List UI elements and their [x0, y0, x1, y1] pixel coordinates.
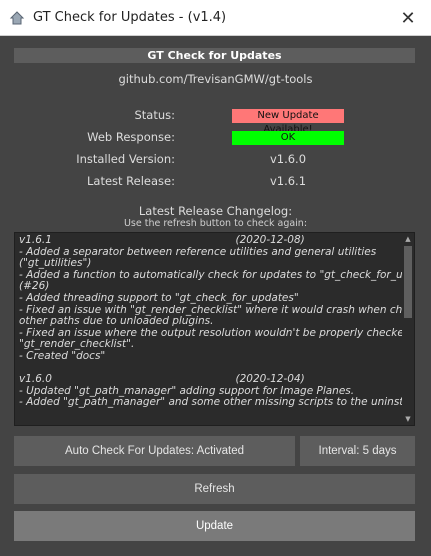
- changelog-scrollbar[interactable]: ▲ ▼: [402, 233, 414, 425]
- title-bar: GT Check for Updates - (v1.4) ✕: [0, 0, 431, 36]
- installed-version-label: Installed Version:: [76, 152, 175, 166]
- latest-release-label: Latest Release:: [86, 174, 175, 188]
- latest-release-value: v1.6.1: [269, 174, 307, 188]
- changelog-textbox[interactable]: v1.6.1 (2020-12-08) - Added a separator …: [14, 232, 415, 426]
- changelog-title: Latest Release Changelog:: [138, 204, 293, 218]
- scroll-up-icon[interactable]: ▲: [402, 233, 414, 245]
- header-title: GT Check for Updates: [14, 48, 415, 63]
- auto-check-button[interactable]: Auto Check For Updates: Activated: [14, 436, 295, 466]
- repo-link[interactable]: github.com/TrevisanGMW/gt-tools: [0, 72, 431, 86]
- refresh-button[interactable]: Refresh: [14, 474, 415, 504]
- scroll-thumb[interactable]: [404, 246, 412, 318]
- web-response-label: Web Response:: [87, 130, 175, 144]
- update-button[interactable]: Update: [14, 511, 415, 541]
- close-icon[interactable]: ✕: [385, 0, 431, 36]
- app-icon: [9, 10, 25, 26]
- interval-button[interactable]: Interval: 5 days: [300, 436, 415, 466]
- scroll-down-icon[interactable]: ▼: [402, 413, 414, 425]
- changelog-subtitle: Use the refresh button to check again:: [123, 218, 308, 229]
- status-label: Status:: [134, 108, 175, 122]
- web-response-badge: OK: [232, 131, 344, 145]
- installed-version-value: v1.6.0: [269, 152, 307, 166]
- status-badge: New Update Available!: [232, 109, 344, 135]
- changelog-text[interactable]: v1.6.1 (2020-12-08) - Added a separator …: [19, 234, 414, 409]
- window-title: GT Check for Updates - (v1.4): [33, 10, 227, 25]
